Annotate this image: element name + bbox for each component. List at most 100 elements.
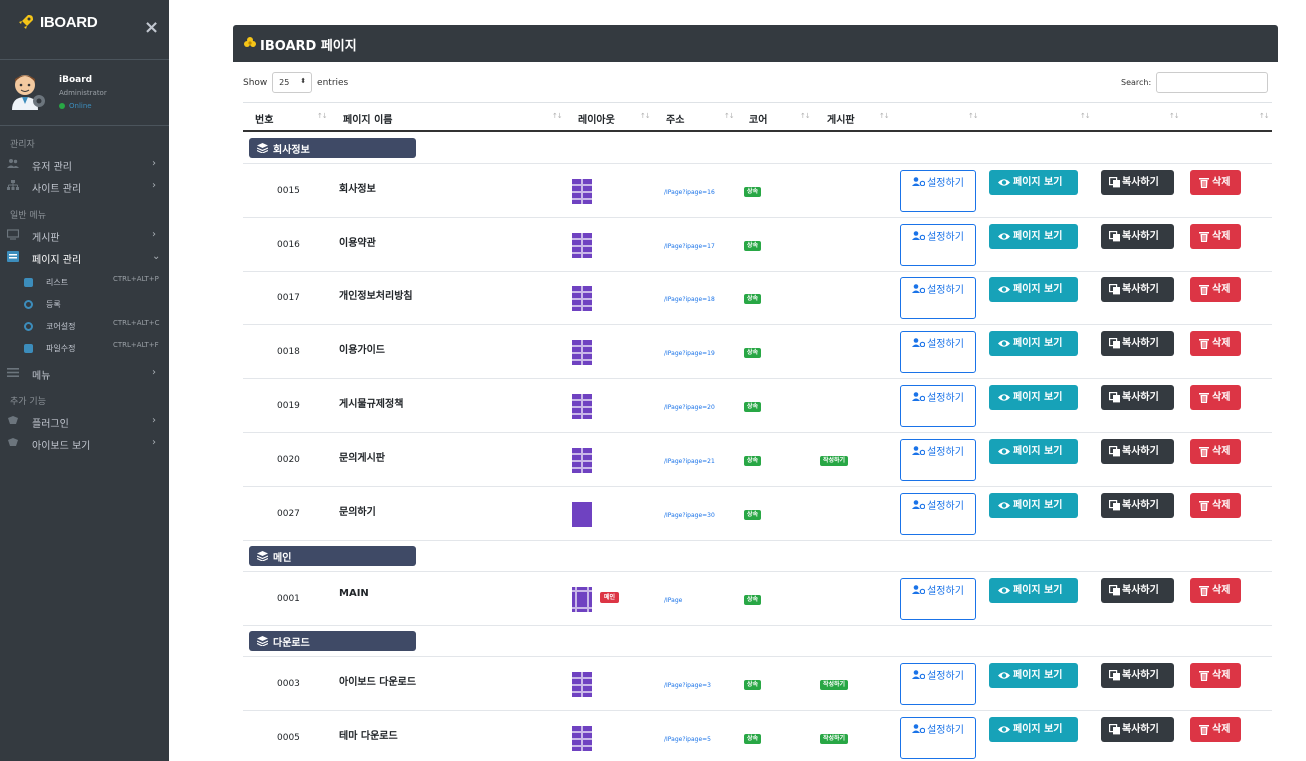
delete-button[interactable]: 삭제 xyxy=(1190,663,1241,688)
board-badge[interactable]: 작성하기 xyxy=(820,734,849,744)
column-header-address[interactable]: 주소 xyxy=(666,111,684,126)
page-address-link[interactable]: /IPage?ipage=20 xyxy=(664,404,715,411)
settings-button[interactable]: 설정하기 xyxy=(900,224,976,266)
board-badge[interactable]: 작성하기 xyxy=(820,680,849,690)
search-input[interactable] xyxy=(1156,72,1268,93)
view-page-button[interactable]: 페이지 보기 xyxy=(989,439,1078,464)
delete-button[interactable]: 삭제 xyxy=(1190,717,1241,742)
board-badge[interactable]: 작성하기 xyxy=(820,456,849,466)
settings-button[interactable]: 설정하기 xyxy=(900,578,976,620)
settings-button[interactable]: 설정하기 xyxy=(900,170,976,212)
sort-icon[interactable]: ↑↓ xyxy=(800,112,811,120)
settings-button[interactable]: 설정하기 xyxy=(900,277,976,319)
sort-icon[interactable]: ↑↓ xyxy=(1259,112,1270,120)
submenu-item-register[interactable]: 등록 xyxy=(0,294,169,314)
copy-button[interactable]: 복사하기 xyxy=(1101,331,1174,356)
column-header-layout[interactable]: 레이아웃 xyxy=(578,111,615,126)
delete-button[interactable]: 삭제 xyxy=(1190,331,1241,356)
sidebar-item-pages[interactable]: 페이지 관리 ⌄ xyxy=(0,248,169,268)
sidebar-item-users[interactable]: 유저 관리 › xyxy=(0,155,169,175)
sort-icon[interactable]: ↑↓ xyxy=(317,112,328,120)
settings-button[interactable]: 설정하기 xyxy=(900,663,976,705)
sidebar-item-site[interactable]: 사이트 관리 › xyxy=(0,177,169,197)
copy-button[interactable]: 복사하기 xyxy=(1101,493,1174,518)
copy-button[interactable]: 복사하기 xyxy=(1101,663,1174,688)
sidebar-item-plugins[interactable]: 플러그인 › xyxy=(0,412,169,432)
sort-icon[interactable]: ↑↓ xyxy=(552,112,563,120)
copy-button[interactable]: 복사하기 xyxy=(1101,224,1174,249)
copy-button[interactable]: 복사하기 xyxy=(1101,578,1174,603)
copy-button[interactable]: 복사하기 xyxy=(1101,439,1174,464)
group-row: 메인 xyxy=(243,540,1272,572)
user-name[interactable]: iBoard xyxy=(59,75,92,85)
column-header-core[interactable]: 코어 xyxy=(749,111,767,126)
user-cog-icon xyxy=(912,338,926,347)
sort-icon[interactable]: ↑↓ xyxy=(724,112,735,120)
copy-button[interactable]: 복사하기 xyxy=(1101,277,1174,302)
submenu-item-list[interactable]: 리스트 CTRL+ALT+P xyxy=(0,272,169,292)
sort-icon[interactable]: ↑↓ xyxy=(640,112,651,120)
view-page-button[interactable]: 페이지 보기 xyxy=(989,493,1078,518)
sort-icon[interactable]: ↑↓ xyxy=(879,112,890,120)
page-address-link[interactable]: /IPage?ipage=18 xyxy=(664,296,715,303)
entries-select[interactable]: 25 ⬍ xyxy=(272,72,313,93)
view-page-button[interactable]: 페이지 보기 xyxy=(989,663,1078,688)
sidebar-item-label: 아이보드 보기 xyxy=(32,441,91,452)
sidebar-item-menu[interactable]: 메뉴 › xyxy=(0,364,169,384)
menu-icon xyxy=(7,368,19,377)
delete-button[interactable]: 삭제 xyxy=(1190,385,1241,410)
settings-button[interactable]: 설정하기 xyxy=(900,493,976,535)
view-page-button[interactable]: 페이지 보기 xyxy=(989,385,1078,410)
brand-name[interactable]: IBOARD xyxy=(40,14,98,31)
user-cog-icon xyxy=(912,500,926,509)
submenu-item-file-edit[interactable]: 파일수정 CTRL+ALT+F xyxy=(0,338,169,358)
sidebar-item-board[interactable]: 게시판 › xyxy=(0,226,169,246)
sort-icon[interactable]: ↑↓ xyxy=(968,112,979,120)
settings-button[interactable]: 설정하기 xyxy=(900,717,976,759)
column-header-page-name[interactable]: 페이지 이름 xyxy=(343,111,392,126)
column-header-number[interactable]: 번호 xyxy=(255,111,273,126)
copy-icon xyxy=(1109,670,1120,681)
page-address-link[interactable]: /IPage?ipage=19 xyxy=(664,350,715,357)
copy-button[interactable]: 복사하기 xyxy=(1101,170,1174,195)
view-page-button[interactable]: 페이지 보기 xyxy=(989,170,1078,195)
view-page-button[interactable]: 페이지 보기 xyxy=(989,331,1078,356)
avatar[interactable] xyxy=(10,72,46,110)
page-address-link[interactable]: /IPage?ipage=17 xyxy=(664,243,715,250)
page-address-link[interactable]: /IPage?ipage=5 xyxy=(664,736,711,743)
page-address-link[interactable]: /IPage?ipage=3 xyxy=(664,682,711,689)
layout-split-icon xyxy=(572,394,592,419)
view-page-button[interactable]: 페이지 보기 xyxy=(989,224,1078,249)
page-address-link[interactable]: /IPage?ipage=21 xyxy=(664,458,715,465)
delete-button[interactable]: 삭제 xyxy=(1190,170,1241,195)
delete-button[interactable]: 삭제 xyxy=(1190,493,1241,518)
column-header-board[interactable]: 게시판 xyxy=(827,111,855,126)
sort-icon[interactable]: ↑↓ xyxy=(1080,112,1091,120)
settings-button[interactable]: 설정하기 xyxy=(900,385,976,427)
view-button-label: 페이지 보기 xyxy=(1013,177,1063,188)
view-page-button[interactable]: 페이지 보기 xyxy=(989,717,1078,742)
page-address-link[interactable]: /IPage xyxy=(664,597,682,604)
page-address-link[interactable]: /IPage?ipage=16 xyxy=(664,189,715,196)
page-number: 0016 xyxy=(277,240,300,250)
sort-icon[interactable]: ↑↓ xyxy=(1169,112,1180,120)
delete-button[interactable]: 삭제 xyxy=(1190,439,1241,464)
submenu-item-core-settings[interactable]: 코어설정 CTRL+ALT+C xyxy=(0,316,169,336)
delete-button[interactable]: 삭제 xyxy=(1190,578,1241,603)
view-page-button[interactable]: 페이지 보기 xyxy=(989,578,1078,603)
view-page-button[interactable]: 페이지 보기 xyxy=(989,277,1078,302)
settings-button[interactable]: 설정하기 xyxy=(900,439,976,481)
layout-split-icon xyxy=(572,726,592,751)
view-button-label: 페이지 보기 xyxy=(1013,585,1063,596)
settings-button[interactable]: 설정하기 xyxy=(900,331,976,373)
copy-icon xyxy=(1109,585,1120,596)
sidebar-item-iboard-view[interactable]: 아이보드 보기 › xyxy=(0,434,169,454)
close-icon[interactable]: × xyxy=(144,19,159,37)
page-address-link[interactable]: /IPage?ipage=30 xyxy=(664,512,715,519)
delete-button[interactable]: 삭제 xyxy=(1190,277,1241,302)
delete-button[interactable]: 삭제 xyxy=(1190,224,1241,249)
layers-icon xyxy=(257,143,268,153)
copy-button[interactable]: 복사하기 xyxy=(1101,385,1174,410)
trash-icon xyxy=(1199,501,1209,511)
copy-button[interactable]: 복사하기 xyxy=(1101,717,1174,742)
